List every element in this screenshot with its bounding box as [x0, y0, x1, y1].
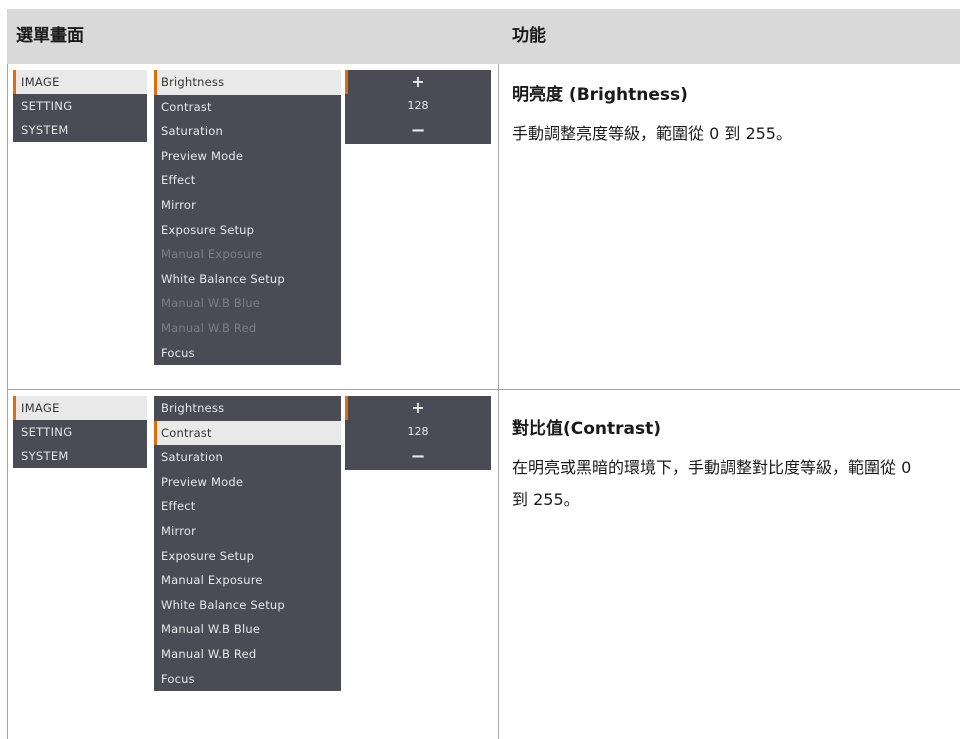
- menu-item-manual-wb-red: Manual W.B Red: [161, 320, 257, 335]
- menu-item-contrast: Contrast: [161, 99, 212, 114]
- menu-item-saturation: Saturation: [161, 450, 223, 465]
- header-function: 功能: [512, 26, 546, 46]
- menu-item-contrast: Contrast: [154, 420, 341, 446]
- category-image: IMAGE: [13, 70, 147, 94]
- column-divider: [498, 390, 499, 739]
- menu-item-list: Brightness Contrast Saturation Preview M…: [154, 70, 341, 366]
- function-title: 對比值(Contrast): [512, 419, 662, 439]
- value-panel: + 128 −: [345, 396, 491, 470]
- menu-item-brightness: Brightness: [161, 401, 225, 415]
- function-description: 對比值(Contrast) 在明亮或黑暗的環境下，手動調整對比度等級，範圍從 0…: [512, 416, 932, 516]
- menu-item-preview-mode: Preview Mode: [161, 148, 244, 163]
- menu-item-effect: Effect: [161, 499, 196, 514]
- table-row: IMAGE SETTING SYSTEM Brightness Contrast…: [7, 390, 960, 739]
- menu-item-white-balance-setup: White Balance Setup: [161, 271, 285, 286]
- menu-item-list: Brightness Contrast Saturation Preview M…: [154, 396, 341, 692]
- menu-item-white-balance-setup: White Balance Setup: [161, 597, 285, 612]
- menu-item-manual-exposure: Manual Exposure: [161, 247, 263, 262]
- menu-item-saturation: Saturation: [161, 124, 223, 139]
- menu-item-preview-mode: Preview Mode: [161, 474, 244, 489]
- value-readout: 128: [407, 99, 429, 112]
- page: 選單畫面 功能 IMAGE SETTING SYSTEM Brightness …: [0, 0, 960, 739]
- category-system: SYSTEM: [13, 444, 147, 468]
- table-row: IMAGE SETTING SYSTEM Brightness Contrast…: [7, 64, 960, 390]
- plus-icon: +: [411, 72, 425, 91]
- function-text: 手動調整亮度等級，範圍從 0 到 255。: [512, 124, 792, 143]
- menu-item-mirror: Mirror: [161, 523, 197, 538]
- table-header: 選單畫面 功能: [7, 9, 960, 64]
- menu-item-manual-exposure: Manual Exposure: [161, 573, 263, 588]
- left-border: [7, 64, 8, 389]
- header-menu-screen: 選單畫面: [16, 26, 84, 46]
- menu-item-effect: Effect: [161, 173, 196, 188]
- minus-icon: −: [410, 120, 426, 141]
- menu-item-manual-wb-blue: Manual W.B Blue: [161, 296, 261, 311]
- menu-item-exposure-setup: Exposure Setup: [161, 548, 255, 563]
- value-panel: + 128 −: [345, 70, 491, 144]
- function-text: 在明亮或黑暗的環境下，手動調整對比度等級，範圍從 0 到 255。: [512, 458, 912, 509]
- plus-icon: +: [411, 398, 425, 417]
- left-border: [7, 390, 8, 739]
- category-setting: SETTING: [13, 420, 147, 444]
- category-system: SYSTEM: [13, 118, 147, 142]
- menu-item-exposure-setup: Exposure Setup: [161, 222, 255, 237]
- menu-item-manual-wb-blue: Manual W.B Blue: [161, 622, 261, 637]
- minus-icon: −: [410, 446, 426, 467]
- menu-item-focus: Focus: [161, 671, 195, 686]
- menu-item-mirror: Mirror: [161, 197, 197, 212]
- menu-item-focus: Focus: [161, 345, 195, 360]
- menu-item-manual-wb-red: Manual W.B Red: [161, 646, 257, 661]
- menu-item-brightness: Brightness: [154, 70, 341, 95]
- function-title: 明亮度 (Brightness): [512, 85, 688, 105]
- function-description: 明亮度 (Brightness) 手動調整亮度等級，範圍從 0 到 255。: [512, 82, 932, 150]
- category-setting: SETTING: [13, 94, 147, 118]
- category-image: IMAGE: [13, 396, 147, 420]
- column-divider: [498, 64, 499, 389]
- value-readout: 128: [407, 425, 429, 438]
